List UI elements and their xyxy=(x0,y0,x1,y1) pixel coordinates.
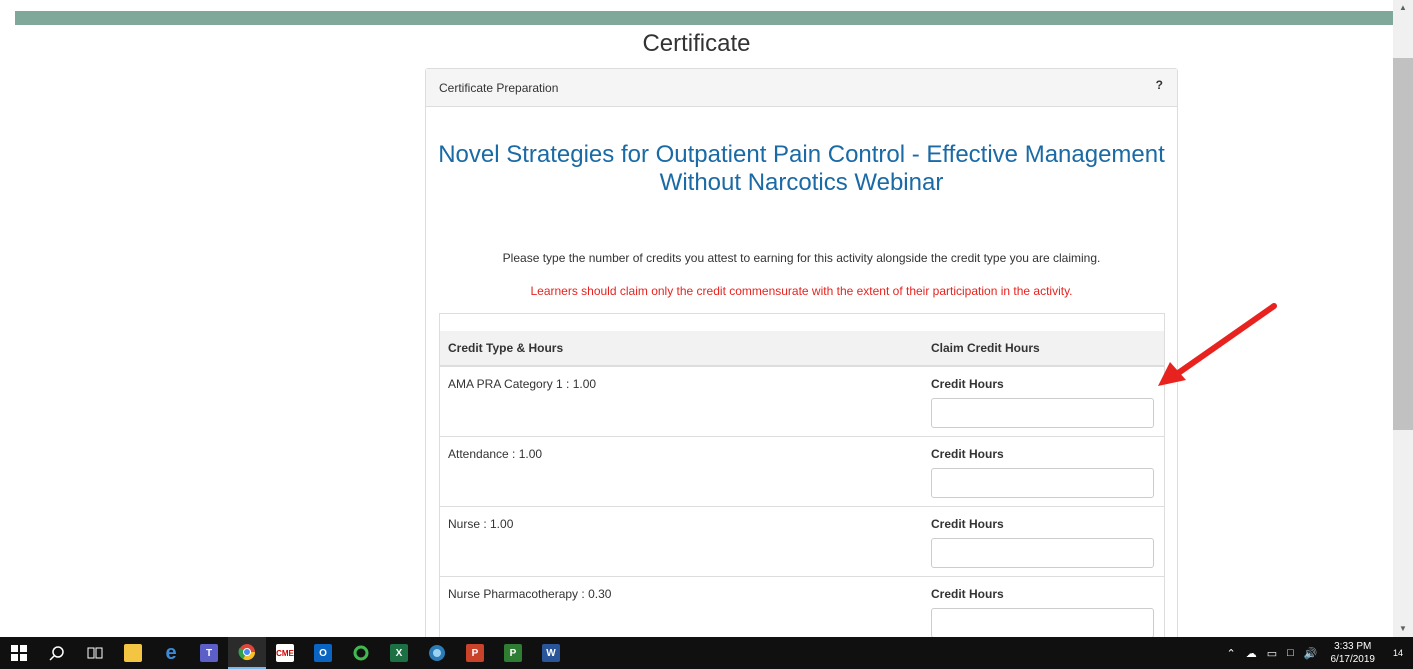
claim-cell: Credit Hours xyxy=(923,576,1164,637)
credit-table: Credit Type & Hours Claim Credit Hours A… xyxy=(440,331,1164,637)
volume-icon[interactable]: 🔊 xyxy=(1299,647,1323,660)
table-header-row: Credit Type & Hours Claim Credit Hours xyxy=(440,331,1164,367)
credit-hours-label: Credit Hours xyxy=(931,517,1004,531)
notification-center-icon[interactable]: 14 xyxy=(1383,637,1413,669)
credit-hours-label: Credit Hours xyxy=(931,587,1004,601)
credit-hours-input-ama-pra[interactable] xyxy=(931,398,1154,428)
onedrive-icon[interactable]: ☁ xyxy=(1241,647,1262,660)
excel-icon[interactable]: X xyxy=(380,637,418,669)
column-header-claim-hours: Claim Credit Hours xyxy=(923,331,1164,367)
credit-type-cell: Nurse : 1.00 xyxy=(440,506,923,577)
red-arrow-annotation xyxy=(1158,303,1277,386)
teams-icon[interactable]: T xyxy=(190,637,228,669)
clock-date: 6/17/2019 xyxy=(1330,654,1376,665)
clock-time: 3:33 PM xyxy=(1334,641,1372,652)
credit-type-cell: AMA PRA Category 1 : 1.00 xyxy=(440,366,923,437)
file-explorer-icon[interactable] xyxy=(114,637,152,669)
activity-title: Novel Strategies for Outpatient Pain Con… xyxy=(438,141,1165,196)
scroll-up-arrow-icon[interactable]: ▲ xyxy=(1393,0,1413,16)
help-button[interactable]: ? xyxy=(1156,78,1163,92)
panel-heading-label: Certificate Preparation xyxy=(439,81,559,95)
claim-cell: Credit Hours xyxy=(923,366,1164,437)
table-row: Attendance : 1.00 Credit Hours xyxy=(440,436,1164,507)
table-row: AMA PRA Category 1 : 1.00 Credit Hours xyxy=(440,366,1164,437)
scrollbar-thumb[interactable] xyxy=(1393,58,1413,430)
credit-type-cell: Attendance : 1.00 xyxy=(440,436,923,507)
system-tray: ⌃ ☁ ▭ □ 🔊 3:33 PM 6/17/2019 14 xyxy=(1222,637,1413,669)
outlook-icon[interactable]: O xyxy=(304,637,342,669)
panel-heading: Certificate Preparation ? xyxy=(426,69,1177,107)
network-app-icon[interactable] xyxy=(418,637,456,669)
task-view-icon[interactable] xyxy=(76,637,114,669)
claim-cell: Credit Hours xyxy=(923,506,1164,577)
show-hidden-icons-icon[interactable]: ⌃ xyxy=(1222,647,1241,660)
chrome-icon[interactable] xyxy=(228,637,266,669)
table-row: Nurse Pharmacotherapy : 0.30 Credit Hour… xyxy=(440,576,1164,637)
clock[interactable]: 3:33 PM 6/17/2019 xyxy=(1323,640,1384,666)
credit-table-container: Credit Type & Hours Claim Credit Hours A… xyxy=(439,313,1165,637)
certificate-panel: Certificate Preparation ? Novel Strategi… xyxy=(425,68,1178,637)
battery-icon[interactable]: ▭ xyxy=(1262,647,1282,660)
edge-icon[interactable]: e xyxy=(152,637,190,669)
scroll-down-arrow-icon[interactable]: ▼ xyxy=(1393,621,1413,637)
credit-hours-label: Credit Hours xyxy=(931,377,1004,391)
powerpoint-icon[interactable]: P xyxy=(456,637,494,669)
column-header-credit-type: Credit Type & Hours xyxy=(440,331,923,367)
cme-app-icon[interactable]: CME xyxy=(266,637,304,669)
search-icon[interactable] xyxy=(38,637,76,669)
sync-icon[interactable] xyxy=(342,637,380,669)
instructions-text: Please type the number of credits you at… xyxy=(502,251,1101,265)
credit-hours-label: Credit Hours xyxy=(931,447,1004,461)
browser-page: Certificate Certificate Preparation ? No… xyxy=(0,0,1413,637)
network-icon[interactable]: □ xyxy=(1282,647,1299,659)
word-icon[interactable]: W xyxy=(532,637,570,669)
credit-type-cell: Nurse Pharmacotherapy : 0.30 xyxy=(440,576,923,637)
table-row: Nurse : 1.00 Credit Hours xyxy=(440,506,1164,577)
windows-taskbar: e T CME O X P P W ⌃ ☁ ▭ □ 🔊 3:33 PM 6/17… xyxy=(0,637,1413,669)
project-icon[interactable]: P xyxy=(494,637,532,669)
credit-hours-input-nurse[interactable] xyxy=(931,538,1154,568)
warning-text: Learners should claim only the credit co… xyxy=(530,284,1073,298)
notification-count: 14 xyxy=(1392,648,1403,658)
top-banner xyxy=(15,11,1393,25)
claim-cell: Credit Hours xyxy=(923,436,1164,507)
page-title: Certificate xyxy=(642,30,751,57)
windows-start-icon[interactable] xyxy=(0,637,38,669)
top-band xyxy=(0,0,1393,10)
credit-hours-input-nurse-pharmacotherapy[interactable] xyxy=(931,608,1154,637)
credit-hours-input-attendance[interactable] xyxy=(931,468,1154,498)
